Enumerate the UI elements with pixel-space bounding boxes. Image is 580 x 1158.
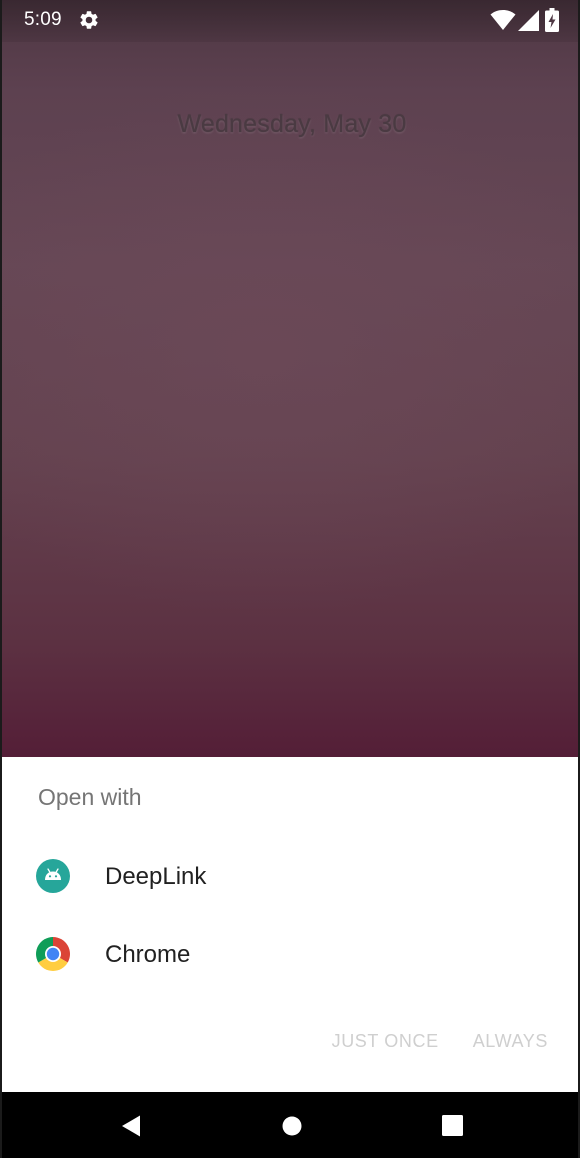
lockscreen-date: Wednesday, May 30 — [177, 110, 407, 138]
just-once-button[interactable]: JUST ONCE — [332, 1031, 439, 1057]
status-time: 5:09 — [24, 9, 62, 30]
lockscreen-wallpaper: Wednesday, May 30 — [2, 0, 578, 757]
chooser-title: Open with — [38, 784, 142, 810]
app-label: Chrome — [105, 941, 191, 968]
always-button[interactable]: ALWAYS — [473, 1031, 548, 1057]
app-option-chrome[interactable]: Chrome — [2, 915, 578, 993]
status-bar: 5:09 — [2, 0, 578, 42]
app-option-deeplink[interactable]: DeepLink — [2, 837, 578, 915]
wifi-icon — [490, 10, 516, 30]
chrome-icon — [36, 937, 70, 971]
back-icon[interactable] — [120, 1114, 144, 1138]
device-screen: Wednesday, May 30 5:09 Open with DeepLin… — [0, 0, 580, 1158]
battery-charging-icon — [545, 8, 559, 32]
gear-icon — [80, 11, 98, 29]
open-with-chooser: Open with DeepLink Chrome JUST ONCE ALWA… — [2, 757, 578, 1092]
recents-icon[interactable] — [442, 1115, 463, 1136]
home-icon[interactable] — [282, 1116, 302, 1136]
cell-signal-icon — [518, 10, 539, 31]
navigation-bar — [2, 1092, 578, 1158]
android-icon — [36, 859, 70, 893]
app-label: DeepLink — [105, 863, 207, 890]
chooser-actions: JUST ONCE ALWAYS — [332, 1031, 548, 1057]
